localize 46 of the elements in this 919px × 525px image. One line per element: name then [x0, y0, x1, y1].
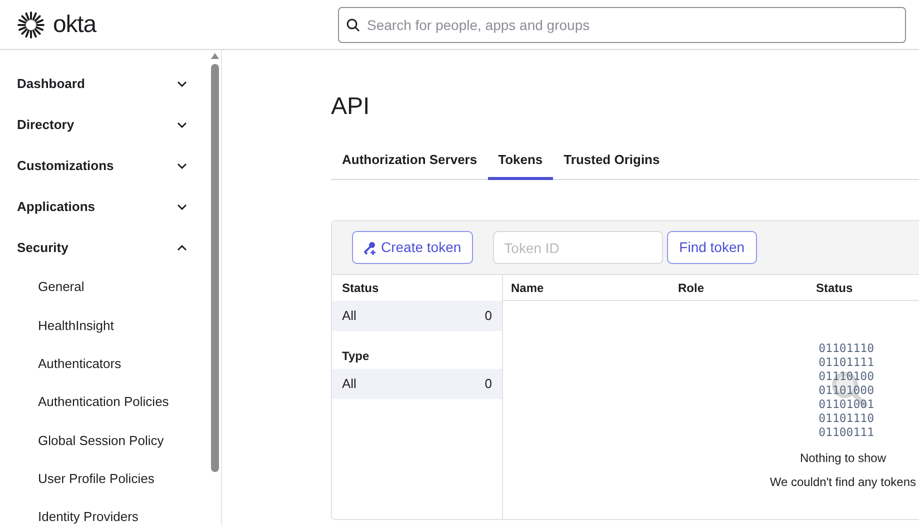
binary-text: 01101001 — [818, 397, 874, 411]
page-title: API — [331, 92, 370, 122]
sidebar-item[interactable]: Applications — [0, 186, 191, 227]
tab[interactable]: Authorization Servers — [331, 142, 488, 180]
sidebar-subitem[interactable]: HealthInsight — [0, 306, 191, 345]
create-token-button[interactable]: Create token — [352, 231, 474, 264]
sidebar-subitem[interactable]: Global Session Policy — [0, 421, 191, 460]
count: 0 — [484, 307, 492, 326]
search-icon — [346, 18, 360, 32]
empty-message: We couldn't find any tokens — [770, 474, 916, 491]
column-header: Role — [678, 280, 704, 294]
sidebar-item[interactable]: Customizations — [0, 145, 191, 186]
sidebar-item[interactable]: Security — [0, 227, 191, 268]
column-header: Status — [816, 280, 853, 294]
binary-text: 01101111 — [818, 355, 874, 369]
tab[interactable]: Trusted Origins — [552, 142, 671, 180]
sidebar-subitem[interactable]: Authentication Policies — [0, 382, 191, 422]
empty-title: Nothing to show — [800, 450, 886, 467]
filter-label: All — [342, 375, 356, 394]
binary-text: 01101110 — [818, 411, 874, 425]
binary-text: 01101110 — [818, 341, 874, 355]
filter-option[interactable]: All 0 — [332, 369, 502, 399]
binary-text: 01110100 — [818, 369, 874, 383]
sidebar-subitem[interactable]: User Profile Policies — [0, 459, 191, 498]
logo-text: okta — [53, 10, 96, 40]
scroll-up-icon[interactable] — [211, 53, 219, 59]
token-id-field[interactable]: Token ID — [493, 231, 664, 264]
filter-label: All — [342, 307, 356, 326]
sidebar-subitem[interactable]: Identity Providers — [0, 498, 191, 525]
binary-text: 01100111 — [818, 425, 874, 439]
filter-heading: Type — [342, 348, 370, 365]
logo-icon — [17, 10, 45, 38]
sidebar-item[interactable]: Dashboard — [0, 63, 191, 104]
sidebar-item[interactable]: Directory — [0, 104, 191, 145]
filter-option[interactable]: All 0 — [332, 301, 502, 331]
search-field[interactable]: Search for people, apps and groups — [338, 6, 906, 42]
column-header: Name — [511, 280, 544, 294]
sidebar-subitem[interactable]: Authenticators — [0, 344, 191, 383]
tab[interactable]: Tokens — [488, 142, 553, 180]
find-token-button[interactable]: Find token — [667, 231, 757, 264]
binary-text: 01101000 — [818, 383, 874, 397]
key-plus-icon — [364, 240, 377, 254]
sidebar-subitem[interactable]: General — [0, 268, 191, 306]
scrollbar[interactable] — [211, 64, 219, 472]
count: 0 — [484, 375, 492, 394]
filter-heading: Status — [342, 280, 379, 297]
